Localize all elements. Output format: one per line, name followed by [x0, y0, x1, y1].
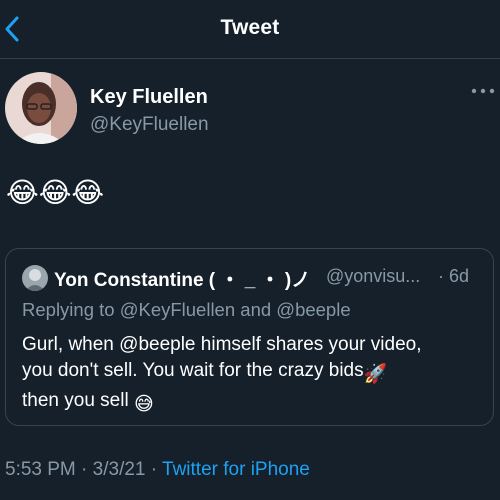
tweet-detail-screen: Tweet Key Fluellen @KeyFluellen 😂� [0, 0, 500, 500]
header-bar: Tweet [0, 0, 500, 59]
quoted-body-text: then you sell [22, 390, 129, 411]
tweet-meta: 5:53 PM · 3/3/21 · Twitter for iPhone [5, 459, 310, 481]
more-options-button[interactable] [470, 84, 496, 96]
quoted-avatar [22, 265, 48, 291]
quoted-body-line: then you sell 😅 [22, 388, 492, 418]
tweet-author: Key Fluellen @KeyFluellen [0, 62, 500, 154]
meta-separator: · [150, 459, 158, 480]
reply-context: Replying to @KeyFluellen and @beeple [22, 299, 351, 320]
quoted-timestamp: · 6d [438, 266, 470, 286]
quoted-body-line: you don't sell. You wait for the crazy b… [22, 358, 492, 388]
quoted-author-handle: @yonvisu... [326, 266, 421, 286]
sweat-smile-icon: 😅 [133, 394, 154, 415]
meta-separator: · [81, 459, 88, 480]
author-handle[interactable]: @KeyFluellen [90, 114, 209, 136]
rocket-icon: 🚀 [363, 364, 388, 385]
page-title: Tweet [220, 16, 280, 39]
quoted-body-text: you don't sell. You wait for the crazy b… [22, 360, 364, 381]
tweet-text: 😂😂😂 [6, 177, 105, 208]
ellipsis-icon [471, 88, 495, 94]
tweet-time: 5:53 PM [5, 459, 76, 480]
tweet-source-link[interactable]: Twitter for iPhone [162, 459, 310, 480]
tweet-date: 3/3/21 [92, 459, 146, 480]
quoted-tweet-card[interactable]: Yon Constantine ( ・ _ ・ )ノ @yonvisu... ·… [5, 248, 494, 426]
avatar[interactable] [5, 72, 77, 144]
author-name[interactable]: Key Fluellen [90, 86, 208, 109]
quoted-author-name: Yon Constantine ( ・ _ ・ )ノ [54, 270, 311, 291]
quoted-tweet-body: Gurl, when @beeple himself shares your v… [22, 332, 492, 418]
quoted-body-line: Gurl, when @beeple himself shares your v… [22, 334, 422, 355]
